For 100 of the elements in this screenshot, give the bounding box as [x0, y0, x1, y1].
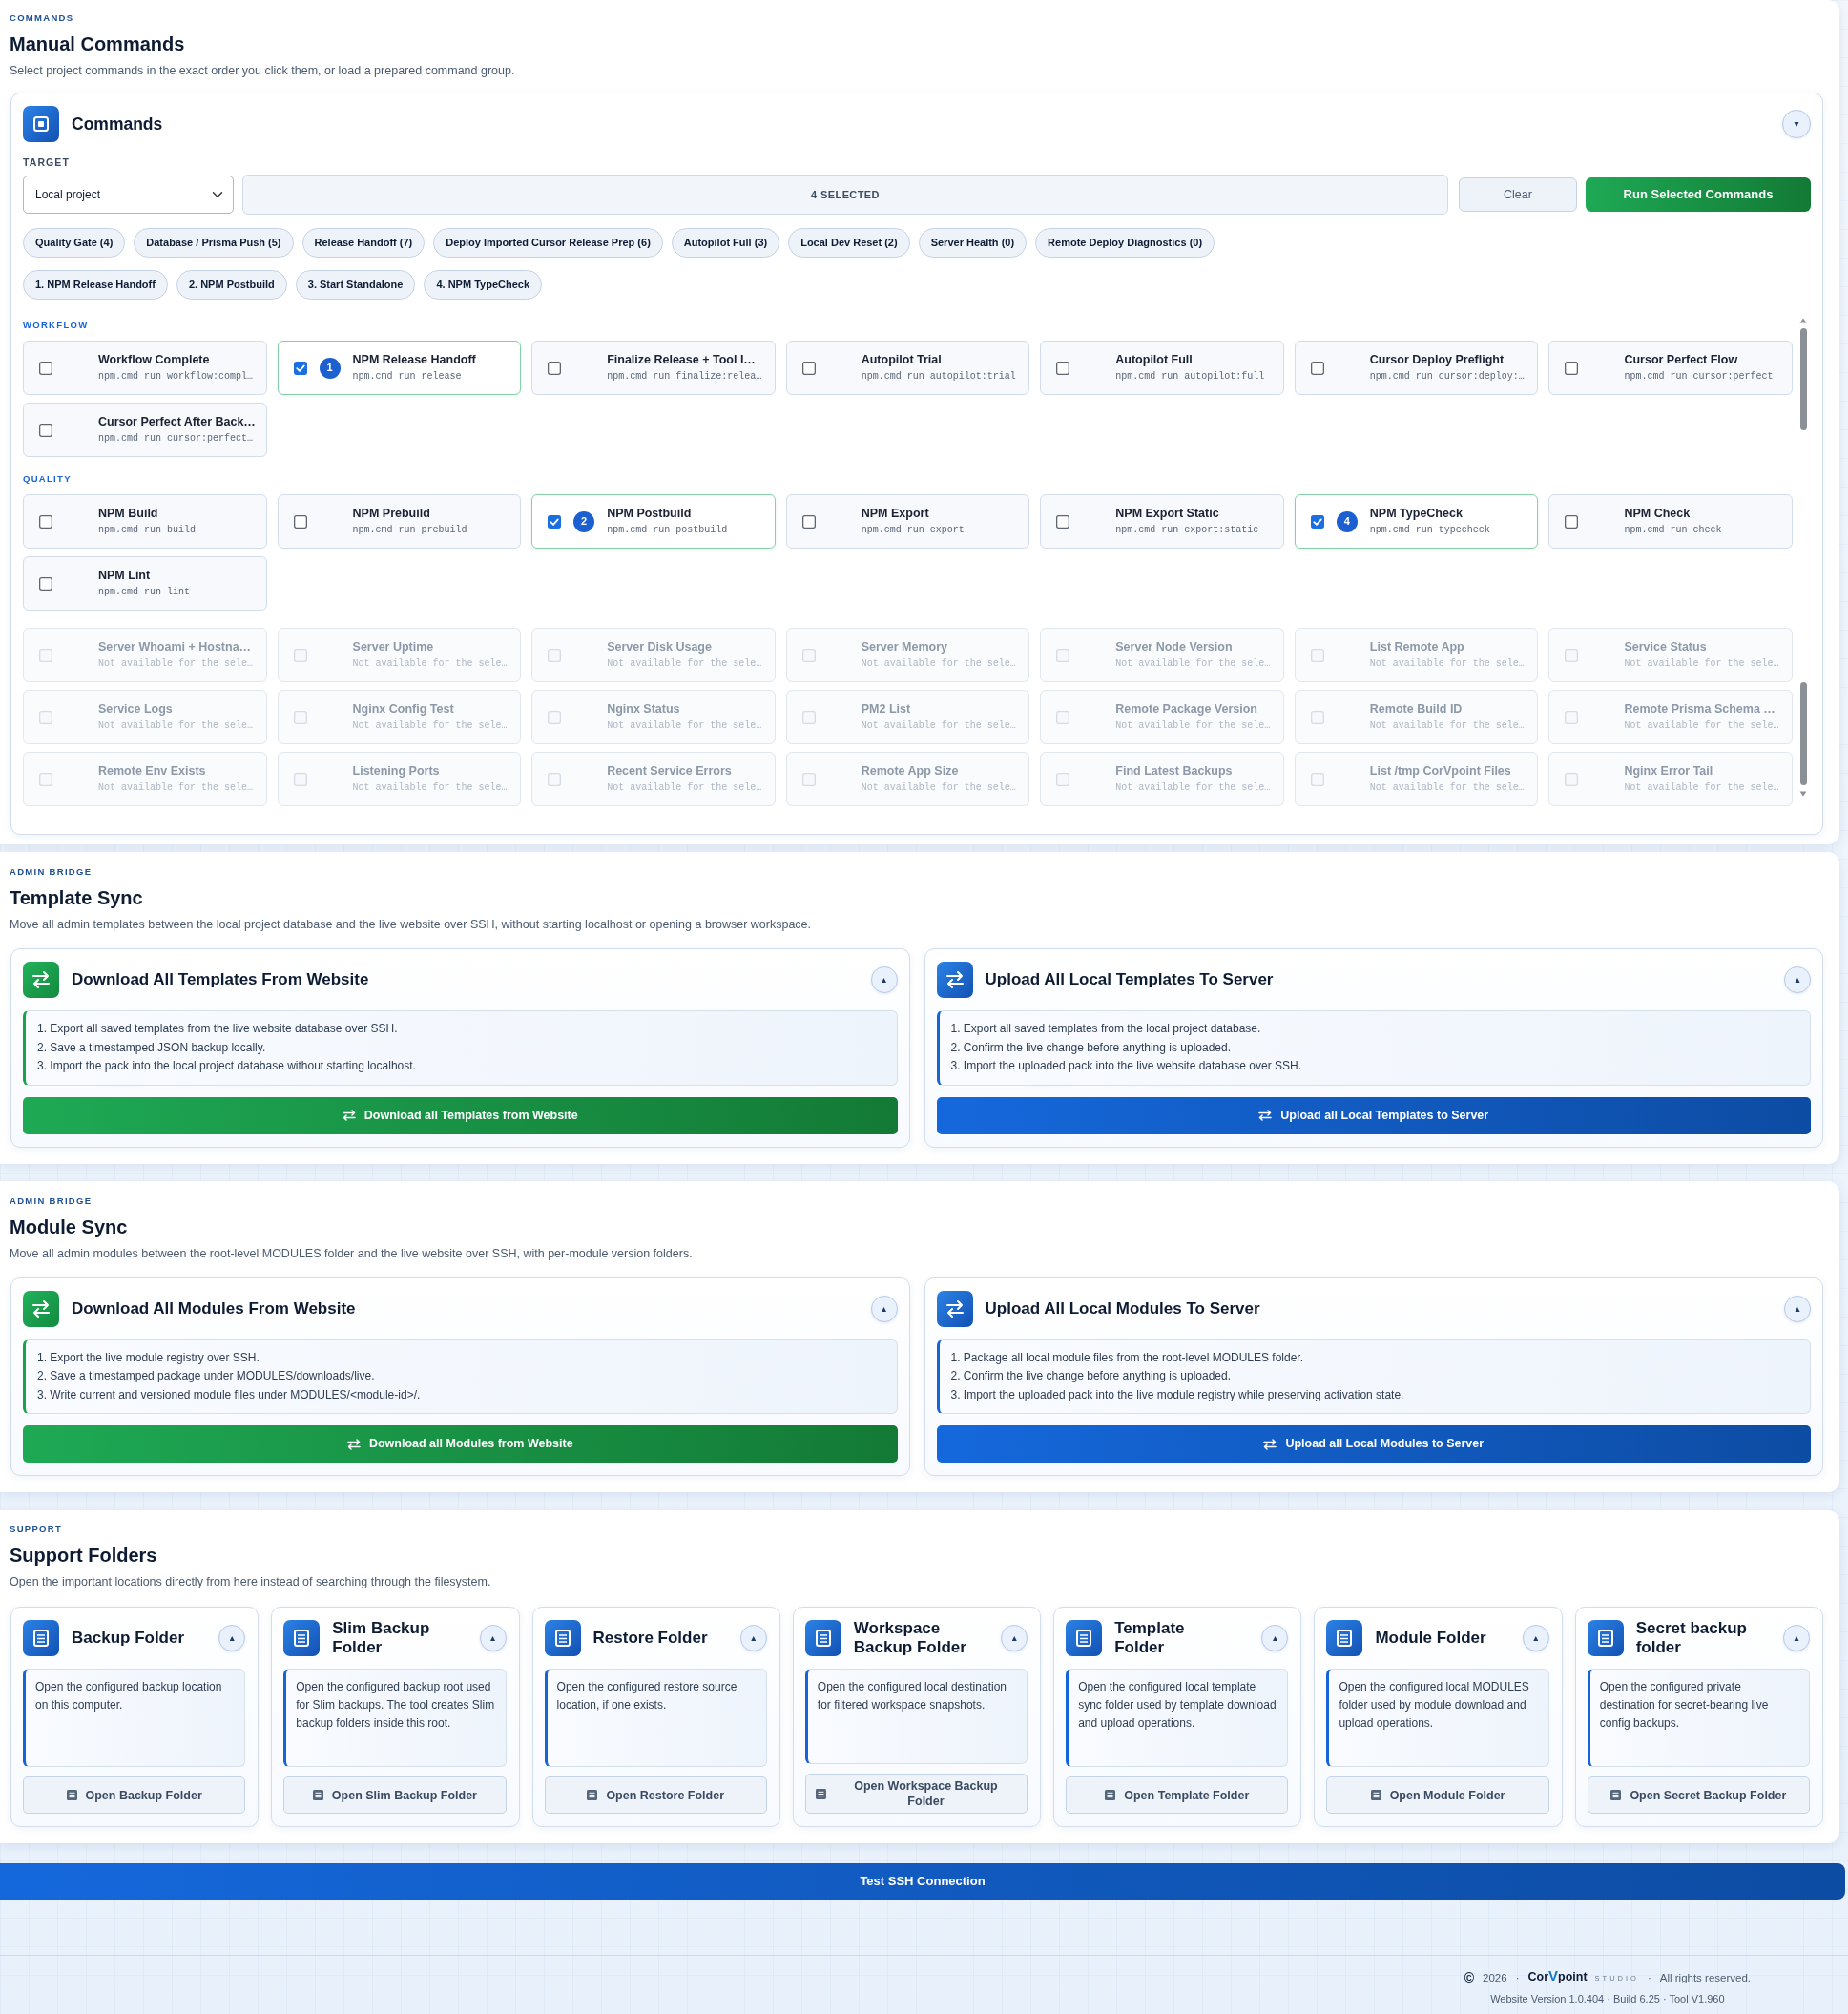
command-text: Not available for the sele…: [1624, 781, 1779, 795]
toggle-button[interactable]: ▴: [739, 1625, 767, 1651]
command-title: Nginx Error Tail: [1624, 763, 1713, 779]
section-description: Open the important locations directly from here instead of searching through the filesystem.: [10, 1574, 492, 1590]
checkbox[interactable]: [1056, 514, 1070, 529]
toggle-button[interactable]: ▴: [1261, 1625, 1289, 1651]
checkbox[interactable]: [1565, 514, 1579, 529]
command-option[interactable]: NPM Export npm.cmd run export: [785, 494, 1030, 549]
checkbox[interactable]: [39, 514, 52, 529]
upload-button[interactable]: Upload all Local Modules to Server: [936, 1425, 1811, 1463]
list-icon: [1610, 1790, 1622, 1800]
selection-count: 4 SELECTED: [242, 175, 1448, 215]
preset-chip[interactable]: Database / Prisma Push (5): [134, 228, 294, 258]
selected-command-chip[interactable]: 1. NPM Release Handoff: [23, 270, 168, 300]
clear-button[interactable]: Clear: [1459, 177, 1577, 212]
checkbox[interactable]: [293, 361, 307, 375]
checkbox[interactable]: [293, 514, 307, 529]
toggle-button[interactable]: ▴: [1001, 1625, 1028, 1651]
toggle-button[interactable]: ▴: [479, 1625, 507, 1651]
command-option[interactable]: NPM Check npm.cmd run check: [1548, 494, 1793, 549]
command-title: Server Whoami + Hostna…: [98, 639, 252, 655]
checkbox[interactable]: [548, 361, 562, 375]
command-option[interactable]: NPM Prebuild npm.cmd run prebuild: [277, 494, 522, 549]
preset-chip[interactable]: Server Health (0): [918, 228, 1028, 258]
toggle-button[interactable]: ▴: [870, 966, 898, 993]
command-option[interactable]: 1 NPM Release Handoff npm.cmd run release: [277, 341, 522, 395]
folder-description: Open the configured backup root used for Slim backups. The tool creates Slim backup folders inside this root.: [283, 1669, 507, 1767]
command-text: Not available for the sele…: [98, 781, 254, 795]
download-button[interactable]: Download all Modules from Website: [23, 1425, 898, 1463]
card-title: Backup Folder: [72, 1629, 186, 1648]
checkbox[interactable]: [39, 361, 52, 375]
command-option[interactable]: NPM Lint npm.cmd run lint: [23, 556, 267, 611]
open-folder-button[interactable]: Open Module Folder: [1326, 1776, 1549, 1814]
command-title: Finalize Release + Tool I…: [607, 352, 756, 368]
preset-chip[interactable]: Remote Deploy Diagnostics (0): [1035, 228, 1215, 258]
list-icon: [66, 1790, 77, 1800]
test-connection-button[interactable]: Test SSH Connection: [0, 1863, 1845, 1900]
toggle-button[interactable]: ▴: [1522, 1625, 1549, 1651]
command-option[interactable]: NPM Export Static npm.cmd run export:static: [1040, 494, 1284, 549]
target-label: TARGET: [23, 156, 71, 169]
command-text: Not available for the sele…: [1115, 657, 1271, 671]
group-label: QUALITY: [23, 472, 73, 486]
toggle-button[interactable]: ▴: [1784, 966, 1811, 993]
command-option[interactable]: Finalize Release + Tool I… npm.cmd run finalize:relea…: [531, 341, 776, 395]
command-title: NPM Prebuild: [352, 506, 430, 522]
selected-command-chip[interactable]: 3. Start Standalone: [295, 270, 416, 300]
open-folder-button[interactable]: Open Slim Backup Folder: [283, 1776, 507, 1814]
preset-chip[interactable]: Deploy Imported Cursor Release Prep (6): [433, 228, 663, 258]
command-option[interactable]: Cursor Perfect After Back… npm.cmd run cursor:perfect…: [23, 403, 267, 457]
list-icon: [1326, 1620, 1363, 1656]
scrollbar-thumb[interactable]: [1799, 682, 1807, 785]
open-folder-button[interactable]: Open Restore Folder: [544, 1776, 767, 1814]
command-text: npm.cmd run prebuild: [352, 524, 467, 537]
footer-text: All rights reserved.: [1659, 1970, 1751, 1985]
command-title: NPM Postbuild: [607, 506, 692, 522]
selected-command-chip[interactable]: 2. NPM Postbuild: [176, 270, 287, 300]
folder-description: Open the configured backup location on this computer.: [23, 1669, 246, 1767]
checkbox[interactable]: [1310, 361, 1324, 375]
preset-chip[interactable]: Autopilot Full (3): [671, 228, 780, 258]
section-eyebrow: SUPPORT: [10, 1523, 64, 1536]
command-option[interactable]: Cursor Perfect Flow npm.cmd run cursor:perfect: [1548, 341, 1793, 395]
open-folder-button[interactable]: Open Secret Backup Folder: [1587, 1776, 1810, 1814]
open-folder-button[interactable]: Open Backup Folder: [23, 1776, 246, 1814]
command-option[interactable]: Workflow Complete npm.cmd run workflow:compl…: [23, 341, 267, 395]
scroll-up-icon[interactable]: [1799, 318, 1807, 323]
checkbox[interactable]: [39, 576, 52, 591]
target-select[interactable]: Local project: [23, 176, 234, 214]
checkbox[interactable]: [39, 423, 52, 437]
command-option[interactable]: 2 NPM Postbuild npm.cmd run postbuild: [531, 494, 776, 549]
swap-arrows-icon: [23, 1290, 59, 1327]
checkbox[interactable]: [1056, 361, 1070, 375]
checkbox[interactable]: [801, 361, 816, 375]
selected-command-chip[interactable]: 4. NPM TypeCheck: [424, 270, 542, 300]
run-button[interactable]: Run Selected Commands: [1586, 177, 1811, 212]
checkbox[interactable]: [1565, 361, 1579, 375]
section-eyebrow: ADMIN BRIDGE: [10, 865, 93, 879]
scroll-down-icon[interactable]: [1799, 791, 1807, 797]
command-option[interactable]: NPM Build npm.cmd run build: [23, 494, 267, 549]
command-option[interactable]: 4 NPM TypeCheck npm.cmd run typecheck: [1294, 494, 1539, 549]
download-button[interactable]: Download all Templates from Website: [23, 1096, 898, 1134]
upload-button[interactable]: Upload all Local Templates to Server: [936, 1096, 1811, 1134]
toggle-button[interactable]: ▴: [870, 1295, 898, 1322]
toggle-button[interactable]: ▴: [1784, 1295, 1811, 1322]
preset-chip[interactable]: Release Handoff (7): [301, 228, 426, 258]
folder-description: Open the configured local MODULES folder used by module download and upload operations.: [1326, 1669, 1549, 1767]
checkbox[interactable]: [1310, 514, 1324, 529]
toggle-button[interactable]: ▴: [1783, 1625, 1810, 1651]
group-label: WORKFLOW: [23, 319, 90, 332]
toggle-button[interactable]: ▴: [218, 1625, 246, 1651]
toggle-button[interactable]: ▾: [1782, 110, 1811, 138]
scrollbar-thumb[interactable]: [1799, 328, 1807, 430]
command-option[interactable]: Cursor Deploy Preflight npm.cmd run cursor:deploy:…: [1294, 341, 1539, 395]
checkbox[interactable]: [548, 514, 562, 529]
checkbox[interactable]: [801, 514, 816, 529]
command-option[interactable]: Autopilot Trial npm.cmd run autopilot:trial: [785, 341, 1030, 395]
open-folder-button[interactable]: Open Workspace Backup Folder: [804, 1774, 1028, 1814]
command-option[interactable]: Autopilot Full npm.cmd run autopilot:full: [1040, 341, 1284, 395]
open-folder-button[interactable]: Open Template Folder: [1066, 1776, 1289, 1814]
preset-chip[interactable]: Quality Gate (4): [23, 228, 126, 258]
preset-chip[interactable]: Local Dev Reset (2): [788, 228, 910, 258]
